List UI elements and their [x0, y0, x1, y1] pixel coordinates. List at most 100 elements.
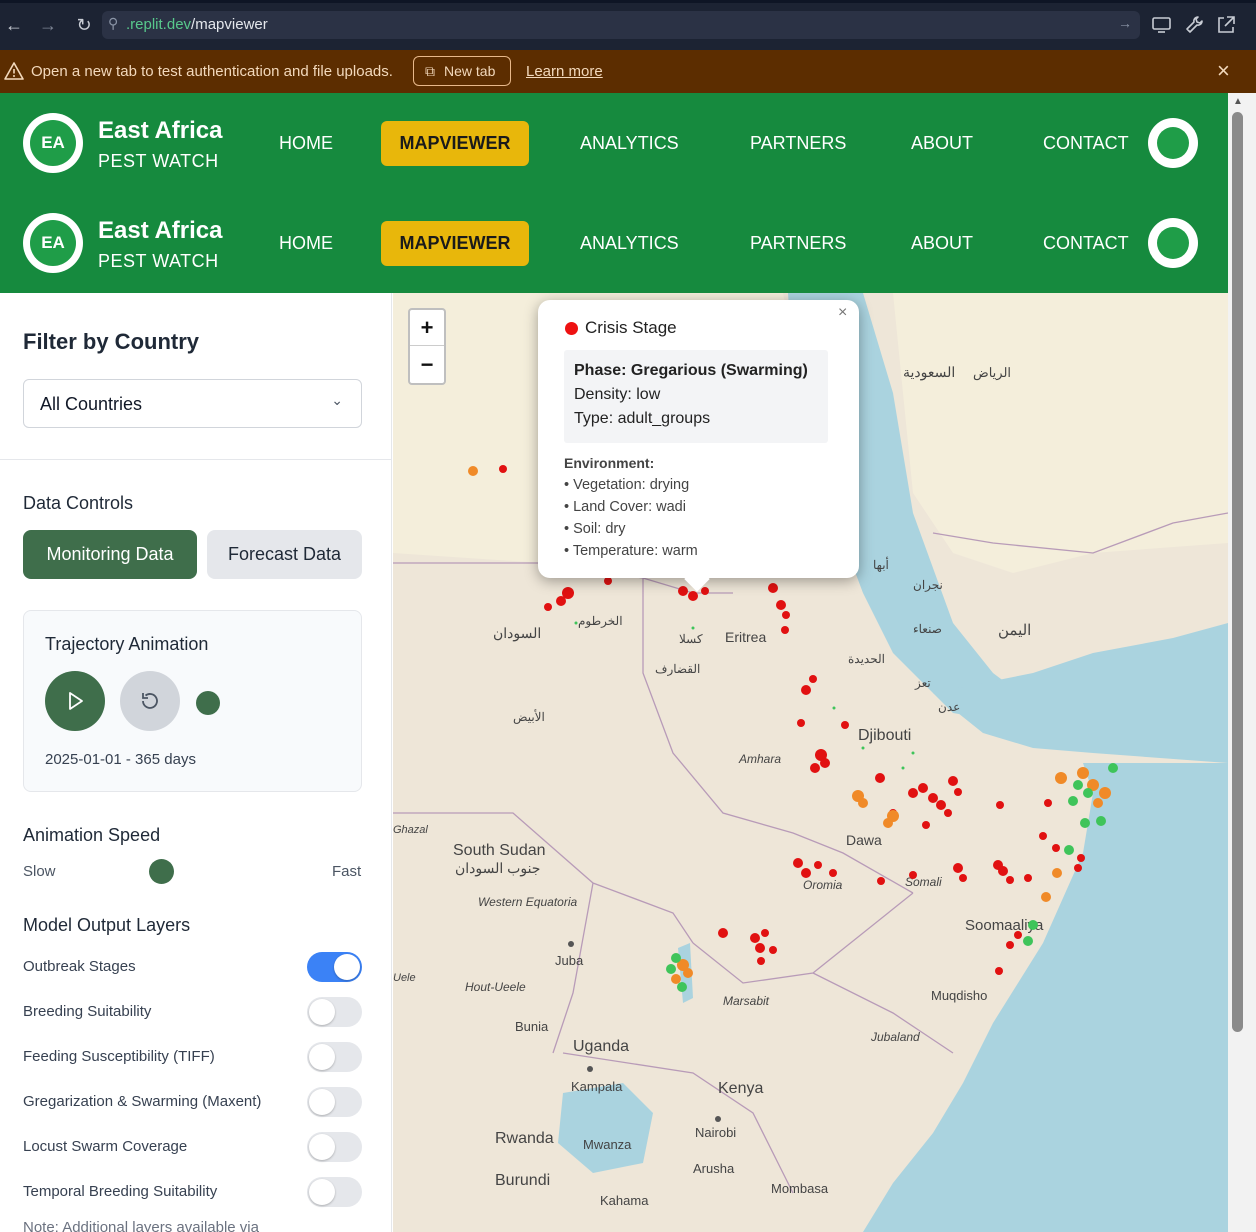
- map-label-haut-uele: Hout-Ueele: [465, 980, 526, 994]
- marker-popup: × Crisis Stage Phase: Gregarious (Swarmi…: [538, 300, 859, 592]
- nav-mapviewer[interactable]: MAPVIEWER: [381, 121, 529, 166]
- nav-home[interactable]: HOME: [279, 133, 333, 154]
- divider: [0, 459, 392, 460]
- city-dot-juba: [568, 941, 574, 947]
- nav-analytics[interactable]: ANALYTICS: [580, 133, 679, 154]
- logo[interactable]: EA: [23, 113, 83, 173]
- map-label-saudi-ar: السعودية: [903, 364, 955, 381]
- marker: [776, 600, 786, 610]
- toggle-knob: [309, 1179, 335, 1205]
- map-label-rwanda: Rwanda: [495, 1130, 554, 1147]
- marker: [1006, 876, 1014, 884]
- devices-icon[interactable]: [1151, 14, 1173, 36]
- open-external-icon[interactable]: [1215, 14, 1237, 36]
- country-select-value: All Countries: [40, 394, 143, 414]
- popup-title: Crisis Stage: [585, 318, 677, 337]
- nav-partners[interactable]: PARTNERS: [750, 233, 846, 254]
- model-layers-title: Model Output Layers: [23, 915, 191, 935]
- marker: [677, 982, 687, 992]
- user-avatar[interactable]: [1148, 118, 1198, 168]
- brand-title: East Africa: [98, 117, 223, 144]
- marker: [797, 719, 805, 727]
- marker: [793, 858, 803, 868]
- marker: [769, 946, 777, 954]
- nav-about[interactable]: ABOUT: [911, 233, 973, 254]
- popup-env-land-cover: • Land Cover: wadi: [564, 499, 686, 515]
- logo[interactable]: EA: [23, 213, 83, 273]
- toggle-knob: [309, 1089, 335, 1115]
- zoom-out-button[interactable]: −: [410, 347, 444, 383]
- learn-more-link[interactable]: Learn more: [526, 63, 603, 80]
- forward-arrow-icon[interactable]: →: [36, 13, 60, 37]
- forecast-data-button[interactable]: Forecast Data: [207, 530, 362, 579]
- map-label-juba: Juba: [555, 953, 584, 968]
- marker: [1023, 936, 1033, 946]
- marker: [1024, 874, 1032, 882]
- brand-title: East Africa: [98, 217, 223, 244]
- nav-mapviewer[interactable]: MAPVIEWER: [381, 221, 529, 266]
- nav-analytics[interactable]: ANALYTICS: [580, 233, 679, 254]
- map-label-khartoum-ar: الخرطوم: [578, 614, 623, 628]
- reset-button[interactable]: [120, 671, 180, 731]
- wrench-icon[interactable]: [1183, 14, 1205, 36]
- marker: [832, 706, 836, 710]
- marker: [861, 746, 865, 750]
- marker: [556, 596, 566, 606]
- marker: [1074, 864, 1082, 872]
- toggle-feeding-susceptibility[interactable]: [307, 1042, 362, 1072]
- nav-partners[interactable]: PARTNERS: [750, 133, 846, 154]
- popup-env-heading: Environment:: [564, 455, 655, 471]
- layer-label-breeding-suitability: Breeding Suitability: [23, 1003, 152, 1020]
- address-bar[interactable]: ⚲ .replit.dev/mapviewer →: [102, 11, 1140, 39]
- map-label-ghazal: Ghazal: [393, 824, 428, 836]
- map-view[interactable]: Djibouti Eritrea South Sudan Uganda Keny…: [393, 293, 1228, 1232]
- trajectory-title: Trajectory Animation: [45, 634, 209, 654]
- nav-contact[interactable]: CONTACT: [1043, 133, 1129, 154]
- popup-close-icon[interactable]: ×: [838, 304, 847, 322]
- marker: [877, 877, 885, 885]
- marker: [883, 818, 893, 828]
- marker: [875, 773, 885, 783]
- map-label-aden-ar: عدن: [938, 700, 960, 714]
- popup-type: Type: adult_groups: [574, 410, 711, 427]
- country-select[interactable]: All Countries ⌄: [23, 379, 362, 428]
- marker: [671, 953, 681, 963]
- marker: [1044, 799, 1052, 807]
- go-arrow-icon[interactable]: →: [1118, 15, 1132, 31]
- scrollbar-thumb[interactable]: [1232, 112, 1243, 1032]
- logo-badge: EA: [30, 120, 76, 166]
- toggle-swarm-coverage[interactable]: [307, 1132, 362, 1162]
- back-arrow-icon[interactable]: ←: [2, 13, 26, 37]
- marker: [1055, 772, 1067, 784]
- logo-badge: EA: [30, 220, 76, 266]
- speed-fast-label: Fast: [332, 863, 362, 880]
- close-icon[interactable]: ×: [1217, 58, 1230, 84]
- nav-contact[interactable]: CONTACT: [1043, 233, 1129, 254]
- new-tab-button[interactable]: ⧉ New tab: [413, 56, 511, 86]
- speed-slider-handle[interactable]: [148, 859, 174, 884]
- toggle-temporal-breeding[interactable]: [307, 1177, 362, 1207]
- play-button[interactable]: [45, 671, 105, 731]
- map-label-mwanza: Mwanza: [583, 1137, 632, 1152]
- marker: [810, 763, 820, 773]
- nav-about[interactable]: ABOUT: [911, 133, 973, 154]
- toggle-breeding-suitability[interactable]: [307, 997, 362, 1027]
- gulf-of-aden: [933, 623, 1228, 763]
- nav-home[interactable]: HOME: [279, 233, 333, 254]
- scroll-up-icon[interactable]: ▲: [1233, 96, 1243, 107]
- reset-icon: [142, 693, 158, 709]
- marker: [1068, 796, 1078, 806]
- popup-detail-box: Phase: Gregarious (Swarming) Density: lo…: [564, 350, 828, 443]
- map-label-kampala: Kampala: [571, 1079, 623, 1094]
- marker: [574, 621, 578, 625]
- reload-icon[interactable]: ↻: [72, 13, 96, 37]
- marker: [1099, 787, 1111, 799]
- monitoring-data-button[interactable]: Monitoring Data: [23, 530, 197, 579]
- toggle-gregarization[interactable]: [307, 1087, 362, 1117]
- city-dot-nairobi: [715, 1116, 721, 1122]
- toggle-outbreak-stages[interactable]: [307, 952, 362, 982]
- user-avatar[interactable]: [1148, 218, 1198, 268]
- marker: [829, 869, 837, 877]
- zoom-in-button[interactable]: +: [410, 310, 444, 346]
- marker: [499, 465, 507, 473]
